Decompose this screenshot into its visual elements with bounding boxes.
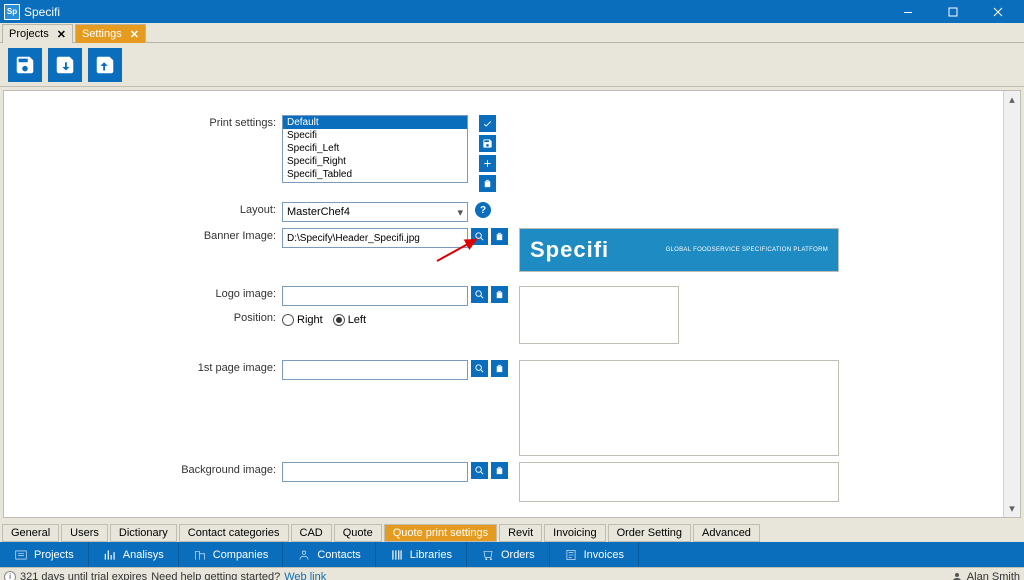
tab-projects[interactable]: Projects ✕ [2, 24, 73, 43]
first-page-image-input[interactable] [282, 360, 468, 380]
list-item[interactable]: Default [283, 116, 467, 129]
nav-label: Companies [213, 549, 269, 561]
scroll-up-icon[interactable]: ▴ [1004, 91, 1021, 108]
tab-cad[interactable]: CAD [291, 524, 332, 542]
scroll-down-icon[interactable]: ▾ [1004, 500, 1021, 517]
first-page-image-label: 1st page image: [4, 360, 282, 374]
position-label: Position: [4, 310, 282, 324]
tab-quote-print-settings[interactable]: Quote print settings [384, 524, 497, 542]
tab-label: Settings [82, 28, 122, 40]
save-button[interactable] [479, 135, 496, 152]
layout-label: Layout: [4, 202, 282, 216]
clear-button[interactable] [491, 462, 508, 479]
delete-button[interactable] [479, 175, 496, 192]
navbar: Projects Analisys Companies Contacts Lib… [0, 542, 1024, 567]
layout-combo[interactable]: MasterChef4 ▾ [282, 202, 468, 222]
layout-value: MasterChef4 [287, 206, 350, 218]
browse-button[interactable] [471, 228, 488, 245]
clear-button[interactable] [491, 286, 508, 303]
trial-text: 321 days until trial expires [20, 571, 147, 580]
add-button[interactable] [479, 155, 496, 172]
save-up-button[interactable] [88, 48, 122, 82]
clear-button[interactable] [491, 228, 508, 245]
document-tabs: Projects ✕ Settings ✕ [0, 23, 1024, 43]
nav-label: Orders [501, 549, 535, 561]
tab-order-setting[interactable]: Order Setting [608, 524, 691, 542]
user-icon [951, 571, 963, 580]
print-settings-list[interactable]: Default Specifi Specifi_Left Specifi_Rig… [282, 115, 468, 183]
close-icon[interactable]: ✕ [57, 28, 66, 41]
list-item[interactable]: Specifi [283, 129, 467, 142]
nav-companies[interactable]: Companies [179, 542, 284, 567]
chevron-down-icon: ▾ [457, 206, 463, 219]
app-icon: Sp [4, 4, 20, 20]
info-icon: i [4, 571, 16, 580]
tab-invoicing[interactable]: Invoicing [544, 524, 605, 542]
nav-invoices[interactable]: Invoices [550, 542, 639, 567]
browse-button[interactable] [471, 286, 488, 303]
nav-label: Libraries [410, 549, 452, 561]
tab-label: Projects [9, 28, 49, 40]
banner-image-label: Banner Image: [4, 228, 282, 242]
vertical-scrollbar[interactable]: ▴ ▾ [1003, 91, 1020, 517]
close-icon[interactable]: ✕ [130, 28, 139, 41]
browse-button[interactable] [471, 462, 488, 479]
user-name: Alan Smith [967, 571, 1020, 580]
banner-image-input[interactable]: D:\Specify\Header_Specifi.jpg [282, 228, 468, 248]
background-preview [519, 462, 839, 502]
close-button[interactable] [975, 0, 1020, 23]
tab-quote[interactable]: Quote [334, 524, 382, 542]
statusbar: i 321 days until trial expires Need help… [0, 567, 1024, 580]
nav-orders[interactable]: Orders [467, 542, 550, 567]
apply-button[interactable] [479, 115, 496, 132]
nav-libraries[interactable]: Libraries [376, 542, 467, 567]
logo-image-input[interactable] [282, 286, 468, 306]
save-down-button[interactable] [48, 48, 82, 82]
minimize-button[interactable] [885, 0, 930, 23]
browse-button[interactable] [471, 360, 488, 377]
toolbar [0, 43, 1024, 87]
nav-contacts[interactable]: Contacts [283, 542, 375, 567]
first-page-preview [519, 360, 839, 456]
banner-brand: Specifi [530, 237, 609, 263]
radio-label: Left [348, 314, 366, 326]
window-title: Specifi [24, 5, 885, 19]
tab-settings[interactable]: Settings ✕ [75, 24, 146, 43]
nav-label: Analisys [123, 549, 164, 561]
tab-general[interactable]: General [2, 524, 59, 542]
help-text: Need help getting started? [151, 571, 280, 580]
list-item[interactable]: Specifi_Tabled [283, 168, 467, 181]
print-settings-label: Print settings: [4, 115, 282, 129]
nav-label: Contacts [317, 549, 360, 561]
maximize-button[interactable] [930, 0, 975, 23]
list-item[interactable]: Specifi_Left [283, 142, 467, 155]
settings-tabs: General Users Dictionary Contact categor… [0, 521, 1024, 542]
tab-users[interactable]: Users [61, 524, 108, 542]
list-item[interactable]: Specifi_Right [283, 155, 467, 168]
clear-button[interactable] [491, 360, 508, 377]
background-image-input[interactable] [282, 462, 468, 482]
nav-label: Projects [34, 549, 74, 561]
nav-projects[interactable]: Projects [0, 542, 89, 567]
nav-label: Invoices [584, 549, 624, 561]
banner-tagline: GLOBAL FOODSERVICE SPECIFICATION PLATFOR… [666, 247, 828, 253]
tab-revit[interactable]: Revit [499, 524, 542, 542]
background-image-label: Background image: [4, 462, 282, 476]
position-right-radio[interactable]: Right [282, 314, 323, 326]
logo-image-label: Logo image: [4, 286, 282, 300]
tab-contact-categories[interactable]: Contact categories [179, 524, 289, 542]
radio-label: Right [297, 314, 323, 326]
save-button[interactable] [8, 48, 42, 82]
tab-dictionary[interactable]: Dictionary [110, 524, 177, 542]
position-left-radio[interactable]: Left [333, 314, 366, 326]
tab-advanced[interactable]: Advanced [693, 524, 760, 542]
banner-preview: Specifi GLOBAL FOODSERVICE SPECIFICATION… [519, 228, 839, 272]
help-icon[interactable]: ? [475, 202, 491, 218]
nav-analysis[interactable]: Analisys [89, 542, 179, 567]
logo-preview [519, 286, 679, 344]
web-link[interactable]: Web link [284, 571, 326, 580]
